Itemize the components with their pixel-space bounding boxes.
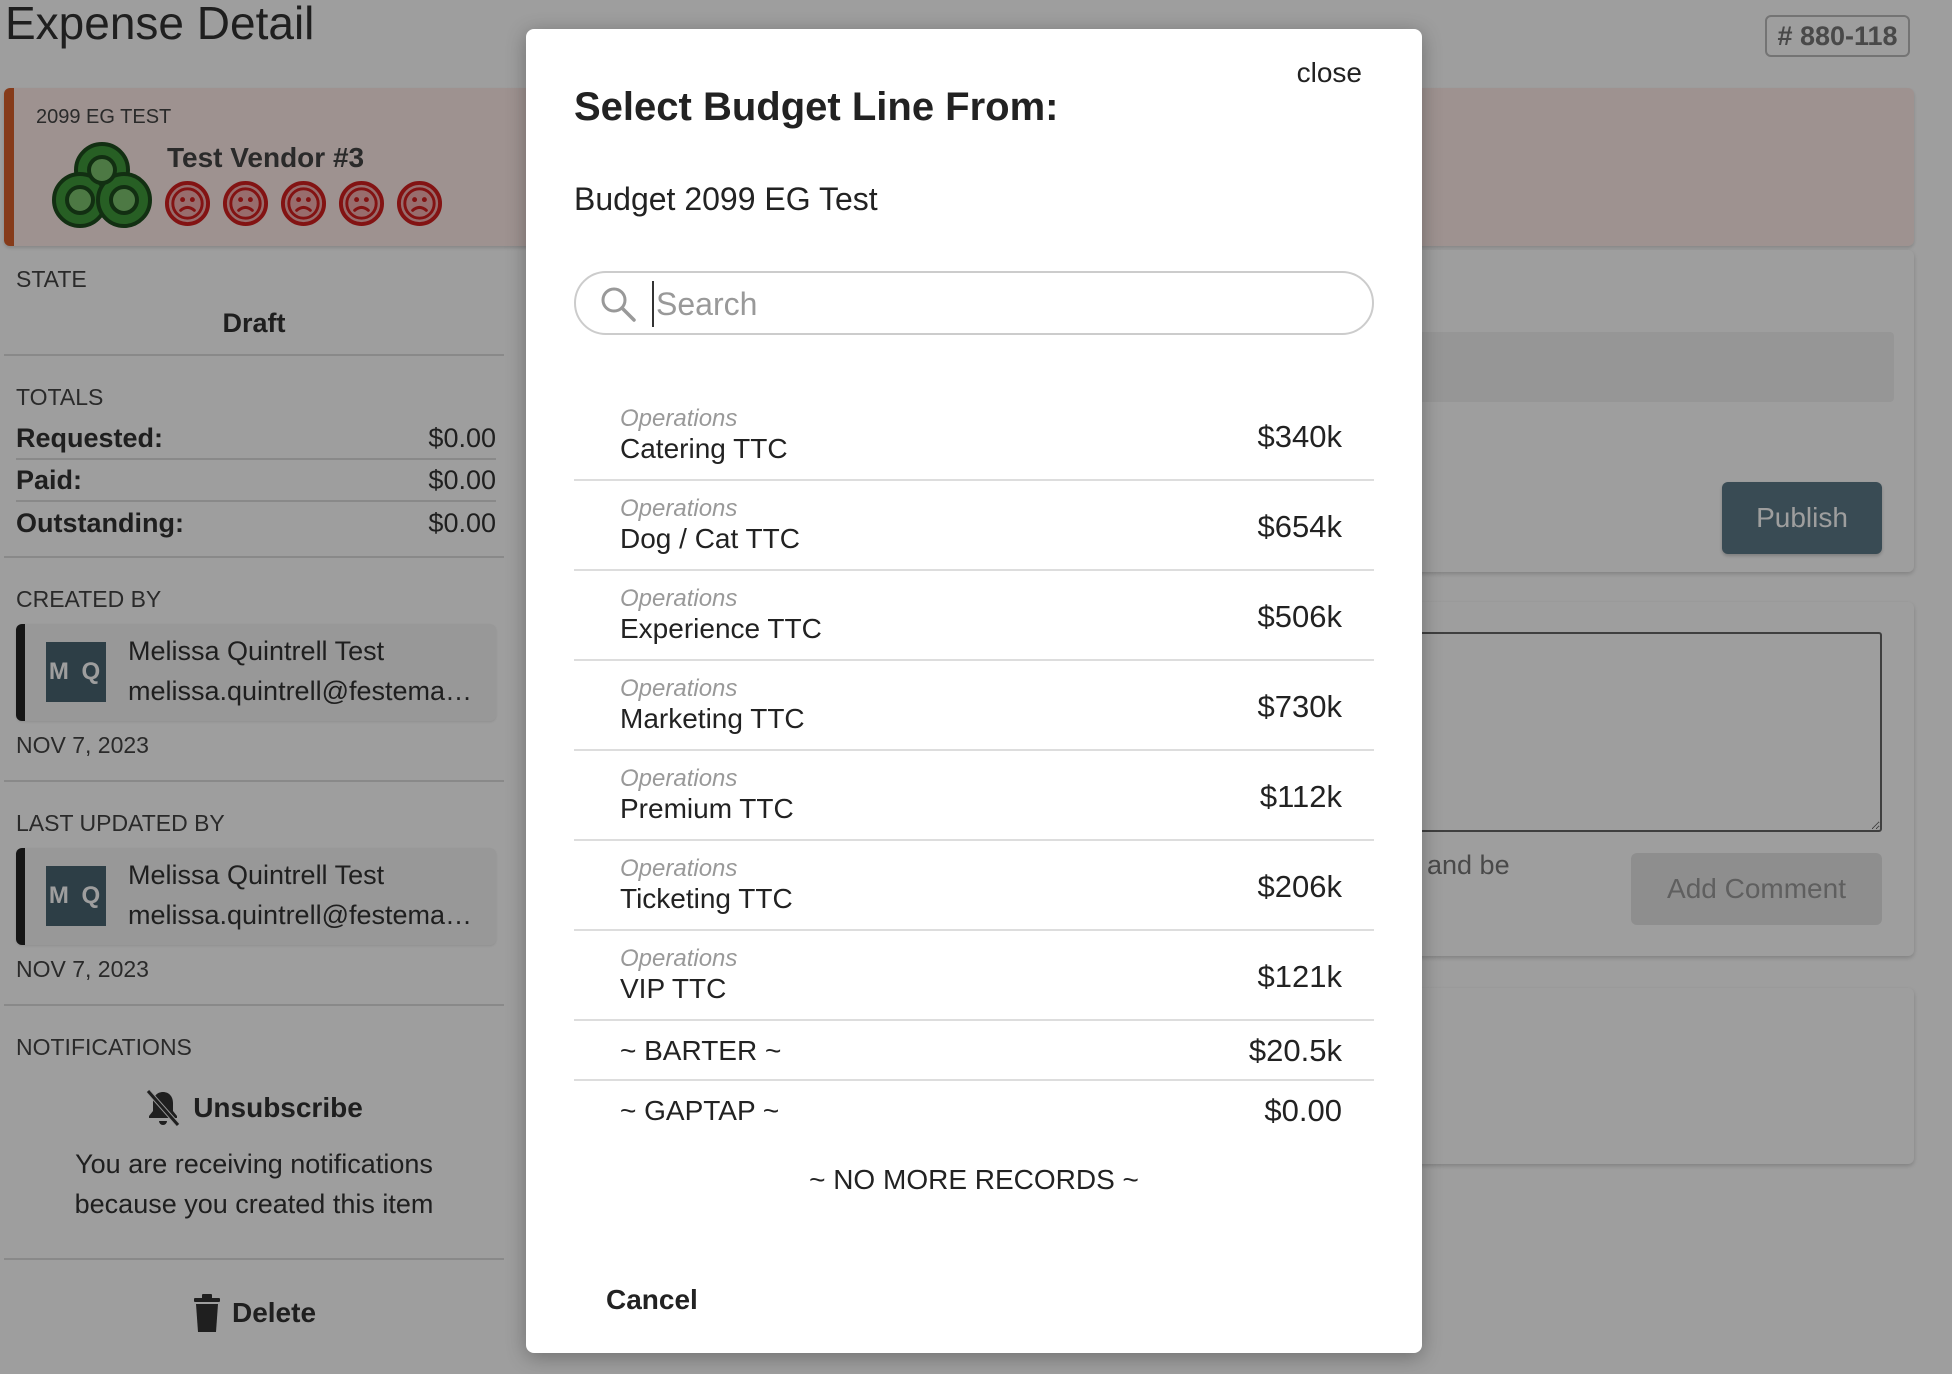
budget-line-name: Ticketing TTC: [620, 883, 793, 914]
budget-line-category: Operations: [620, 945, 738, 972]
search-icon: [601, 287, 636, 322]
budget-line-row[interactable]: ~ BARTER ~ $20.5k: [574, 1021, 1374, 1081]
search-box[interactable]: [574, 271, 1374, 335]
budget-line-name: Premium TTC: [620, 793, 794, 824]
budget-line-category: Operations: [620, 585, 738, 612]
budget-line-row[interactable]: Operations Premium TTC $112k: [574, 751, 1374, 841]
budget-line-amount: $730k: [1257, 689, 1342, 724]
budget-line-category: Operations: [620, 765, 738, 792]
budget-line-row[interactable]: Operations Experience TTC $506k: [574, 571, 1374, 661]
budget-line-category: Operations: [620, 855, 738, 882]
budget-line-row[interactable]: Operations VIP TTC $121k: [574, 931, 1374, 1021]
budget-line-amount: $340k: [1257, 419, 1342, 454]
no-more-records: ~ NO MORE RECORDS ~: [809, 1164, 1139, 1195]
budget-line-category: Operations: [620, 675, 738, 702]
budget-line-amount: $112k: [1259, 779, 1342, 814]
budget-line-amount: $20.5k: [1248, 1033, 1342, 1068]
budget-line-amount: $506k: [1257, 599, 1342, 634]
budget-line-row[interactable]: Operations Dog / Cat TTC $654k: [574, 481, 1374, 571]
budget-line-name: ~ GAPTAP ~: [620, 1095, 780, 1126]
budget-line-row[interactable]: Operations Ticketing TTC $206k: [574, 841, 1374, 931]
budget-line-name: VIP TTC: [620, 973, 727, 1004]
budget-line-row[interactable]: Operations Marketing TTC $730k: [574, 661, 1374, 751]
budget-line-amount: $654k: [1257, 509, 1342, 544]
close-button[interactable]: close: [1297, 57, 1362, 89]
budget-line-name: ~ BARTER ~: [620, 1035, 782, 1066]
budget-line-list: Operations Catering TTC $340k Operations Dog…: [574, 391, 1374, 1141]
budget-line-row[interactable]: Operations Catering TTC $340k: [574, 391, 1374, 481]
select-budget-line-modal: close Select Budget Line From: Budget 20…: [526, 29, 1422, 1353]
budget-name: Budget 2099 EG Test: [574, 181, 878, 217]
cancel-button[interactable]: Cancel: [606, 1284, 698, 1316]
budget-line-name: Marketing TTC: [620, 703, 805, 734]
modal-title: Select Budget Line From:: [574, 85, 1059, 129]
budget-line-amount: $121k: [1257, 959, 1342, 994]
budget-line-category: Operations: [620, 405, 738, 432]
budget-line-row[interactable]: ~ GAPTAP ~ $0.00: [574, 1081, 1374, 1141]
budget-line-name: Catering TTC: [620, 433, 788, 464]
budget-line-name: Dog / Cat TTC: [620, 523, 800, 554]
budget-line-category: Operations: [620, 495, 738, 522]
budget-line-amount: $0.00: [1264, 1093, 1342, 1128]
budget-line-name: Experience TTC: [620, 613, 822, 644]
search-input[interactable]: [652, 281, 1352, 327]
budget-line-amount: $206k: [1257, 869, 1342, 904]
